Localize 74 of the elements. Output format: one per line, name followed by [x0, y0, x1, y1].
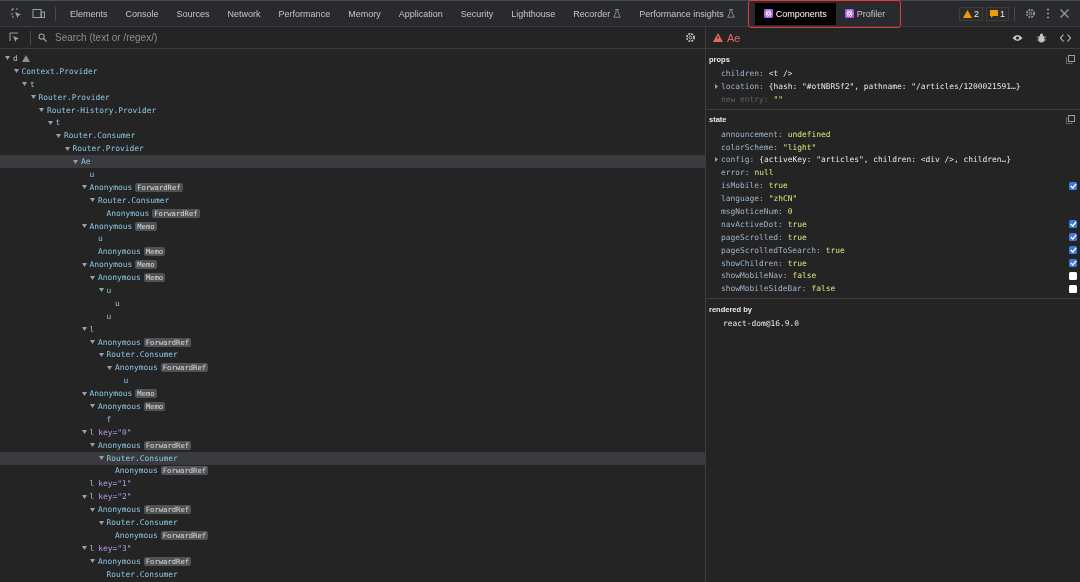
- checkbox[interactable]: [1069, 246, 1077, 255]
- checkbox[interactable]: [1069, 271, 1077, 280]
- expand-arrow-icon[interactable]: [30, 95, 36, 100]
- panel-tab[interactable]: Console: [116, 2, 168, 25]
- expand-arrow-icon[interactable]: [5, 56, 10, 61]
- checkbox[interactable]: [1069, 259, 1077, 267]
- panel-tab[interactable]: Sources: [167, 2, 219, 25]
- expand-arrow-icon[interactable]: [90, 198, 95, 203]
- expand-arrow-icon[interactable]: [90, 507, 95, 512]
- expand-arrow-icon[interactable]: [98, 288, 104, 293]
- copy-icon[interactable]: [1066, 115, 1075, 125]
- settings-icon[interactable]: [1025, 8, 1036, 19]
- expand-arrow-icon[interactable]: [90, 404, 95, 409]
- expand-arrow-icon[interactable]: [90, 275, 95, 280]
- expand-arrow-icon[interactable]: [47, 120, 53, 125]
- expand-arrow-icon[interactable]: [107, 365, 112, 370]
- expand-arrow-icon[interactable]: [13, 69, 19, 74]
- warning-icon: [962, 9, 972, 18]
- expand-arrow-icon[interactable]: [98, 456, 104, 461]
- panel-tab[interactable]: Components: [754, 2, 836, 25]
- expand-arrow-icon[interactable]: [22, 82, 27, 87]
- message-icon: [990, 9, 998, 18]
- panel-tab[interactable]: Performance: [269, 2, 340, 25]
- expand-arrow-icon[interactable]: [715, 157, 718, 163]
- checkbox[interactable]: [1069, 233, 1077, 242]
- expand-arrow-icon[interactable]: [81, 262, 87, 267]
- expand-arrow-icon[interactable]: [90, 443, 95, 448]
- panel-tab[interactable]: Profiler: [835, 2, 895, 25]
- panel-tab[interactable]: Security: [451, 2, 503, 25]
- expand-arrow-icon[interactable]: [56, 133, 61, 138]
- expand-arrow-icon[interactable]: [90, 340, 95, 345]
- panel-tab[interactable]: Network: [218, 2, 270, 25]
- expand-arrow-icon[interactable]: [81, 494, 87, 499]
- panel-tab[interactable]: Application: [389, 2, 452, 25]
- checkbox[interactable]: [1069, 220, 1077, 229]
- device-toolbar-icon[interactable]: [32, 8, 45, 19]
- search-field[interactable]: Search (text or /regex/): [53, 31, 680, 44]
- eye-icon[interactable]: [1012, 33, 1023, 42]
- atom-icon: [763, 9, 773, 18]
- issue-counter[interactable]: 2: [958, 6, 983, 21]
- panel-tab[interactable]: Performance insights: [630, 2, 744, 25]
- code-icon[interactable]: [1060, 33, 1071, 42]
- expand-arrow-icon[interactable]: [81, 224, 87, 228]
- expand-arrow-icon[interactable]: [81, 430, 87, 435]
- expand-arrow-icon[interactable]: [81, 546, 87, 551]
- expand-arrow-icon[interactable]: [39, 108, 44, 112]
- panel-tab[interactable]: Elements: [61, 2, 117, 25]
- checkbox[interactable]: [1069, 181, 1077, 190]
- search-icon: [38, 33, 47, 42]
- expand-arrow-icon[interactable]: [73, 159, 78, 164]
- panel-tab[interactable]: Recorder: [564, 2, 631, 25]
- expand-arrow-icon[interactable]: [715, 83, 718, 89]
- expand-arrow-icon[interactable]: [81, 185, 87, 190]
- checkbox[interactable]: [1069, 284, 1077, 293]
- inspect-element-icon[interactable]: [11, 8, 22, 19]
- copy-icon[interactable]: [1066, 54, 1075, 64]
- expand-arrow-icon[interactable]: [81, 391, 87, 396]
- flask-icon: [726, 9, 735, 18]
- more-options-icon[interactable]: [1046, 8, 1050, 19]
- settings-icon[interactable]: [685, 32, 696, 43]
- flask-icon: [613, 9, 622, 18]
- expand-arrow-icon[interactable]: [81, 327, 87, 332]
- expand-arrow-icon[interactable]: [98, 352, 104, 357]
- expand-arrow-icon[interactable]: [90, 559, 95, 564]
- component-title: Ae: [727, 31, 741, 44]
- issue-counter[interactable]: 1: [986, 6, 1009, 21]
- select-element-icon[interactable]: [9, 32, 20, 43]
- expand-arrow-icon[interactable]: [98, 520, 104, 525]
- close-icon[interactable]: [1060, 9, 1069, 18]
- bug-icon[interactable]: [1037, 32, 1046, 43]
- expand-arrow-icon[interactable]: [64, 146, 70, 151]
- panel-tab[interactable]: Lighthouse: [502, 2, 565, 25]
- atom-icon: [844, 9, 854, 18]
- panel-tab[interactable]: Memory: [339, 2, 390, 25]
